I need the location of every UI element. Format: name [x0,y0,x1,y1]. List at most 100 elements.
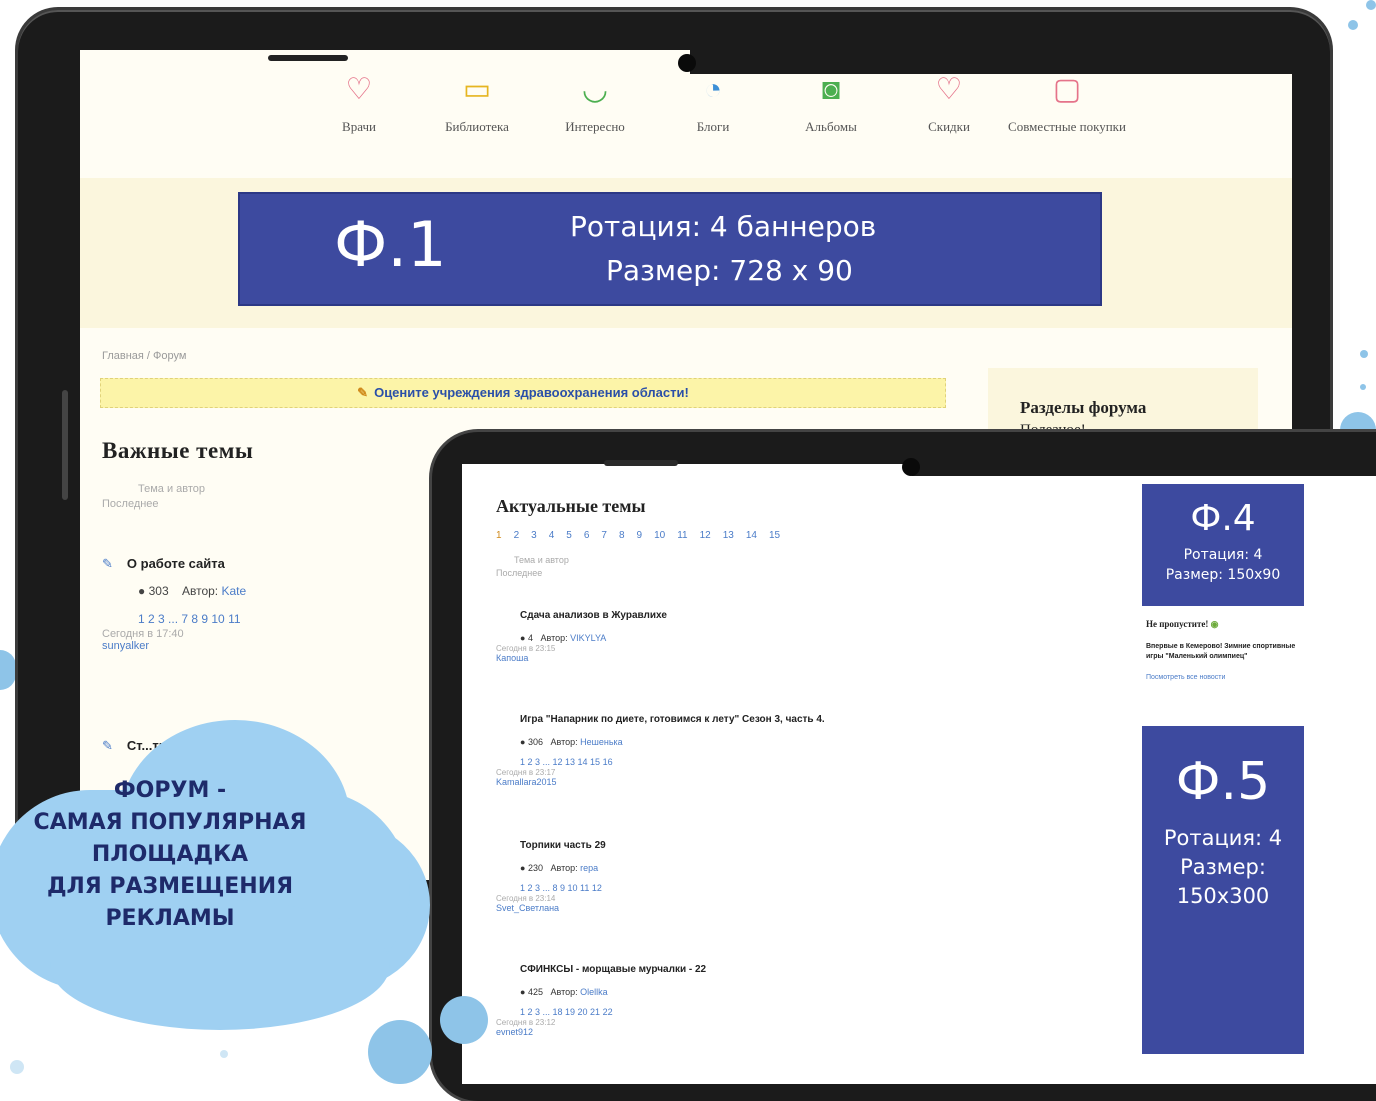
author-label: Автор: [550,737,578,747]
camera-icon [902,458,920,476]
column-topic-author: Тема и автор [138,483,206,495]
book-icon: ▭ [462,73,492,106]
page-link[interactable]: 10 [654,530,665,541]
heart-icon: ♡ [345,73,373,106]
column-last: Последнее [102,498,159,510]
topic-author[interactable]: repa [580,863,598,873]
comment-icon: ● [520,987,526,997]
page-link[interactable]: 6 [584,530,590,541]
page-link[interactable]: 11 [677,530,687,541]
author-label: Автор: [550,863,578,873]
topic-count: 306 [527,737,543,747]
topic-title[interactable]: Сдача анализов в Журавлихе [496,610,667,621]
topic-title[interactable]: О работе сайта [127,556,225,571]
topic-title[interactable]: Торпики часть 29 [496,840,606,851]
topic-last-user[interactable]: sunyalker [102,640,246,652]
tablet-screen: Актуальные темы 1 2 3 4 5 6 7 8 9 10 11 … [462,464,1376,1084]
dont-miss-text[interactable]: Впервые в Кемерово! Зимние спортивные иг… [1146,642,1306,662]
comment-icon: ● [138,584,146,598]
topic-last-user[interactable]: evnet912 [496,1027,706,1037]
topic-last-time: Сегодня в 17:40 [102,628,184,640]
topic-author[interactable]: Olellka [580,987,608,997]
decor-dot [10,1060,24,1074]
promo-text: ФОРУМ - САМАЯ ПОПУЛЯРНАЯ ПЛОЩАДКА ДЛЯ РА… [0,775,350,935]
topic-author[interactable]: Kate [221,584,246,598]
eye-icon: ◉ [1210,619,1219,629]
list-item[interactable]: ✎ О работе сайта ● 303 Автор: Kate 1 2 3 … [102,556,246,652]
list-item[interactable]: Игра "Напарник по диете, готовимся к лет… [496,714,825,787]
topic-count: 425 [527,987,543,997]
topic-pages[interactable]: 1 2 3 ... 12 13 14 15 16 [496,757,825,767]
nav-label: Скидки [928,119,970,134]
comment-icon: ● [520,633,526,643]
decor-dot [368,1020,432,1084]
heart-icon: ♡ [935,73,963,106]
pagination: 1 2 3 4 5 6 7 8 9 10 11 12 13 14 15 [496,530,780,541]
page-link[interactable]: 2 [514,530,520,541]
column-last: Последнее [496,568,543,578]
laptop-side-button [62,390,68,500]
nav-label: Совместные покупки [1008,119,1126,134]
page-link[interactable]: 5 [566,530,572,541]
top-nav: ♡ Врачи ▭ Библиотека ◡ Интересно ◔ Блоги… [300,70,1126,135]
topic-pages[interactable]: 1 2 3 ... 18 19 20 21 22 [496,1007,706,1017]
banner-size: Размер: 150x90 [1165,567,1281,583]
nav-item-library[interactable]: ▭ Библиотека [418,70,536,135]
topic-pages[interactable]: 1 2 3 ... 7 8 9 10 11 [102,612,246,626]
nav-item-joint-purchases[interactable]: ▢ Совместные покупки [1008,70,1126,135]
topic-title[interactable]: Игра "Напарник по диете, готовимся к лет… [496,714,825,725]
topic-last-user[interactable]: Svet_Светлана [496,903,606,913]
page-link[interactable]: 13 [723,530,734,541]
topic-last-user[interactable]: Капоша [496,653,667,663]
page-link[interactable]: 15 [769,530,780,541]
nav-item-interesting[interactable]: ◡ Интересно [536,70,654,135]
page-link[interactable]: 4 [549,530,555,541]
decor-dot [440,996,488,1044]
comment-icon: ● [520,737,526,747]
notice-banner[interactable]: ✎ Оцените учреждения здравоохранения обла… [100,378,946,408]
decor-dot [1348,20,1358,30]
topic-author[interactable]: VIKYLYA [570,633,606,643]
author-label: Автор: [550,987,578,997]
laptop-bezel-bar [690,50,1292,74]
dont-miss-block: Не пропустите! ◉ Впервые в Кемерово! Зим… [1146,619,1306,681]
list-item[interactable]: СФИНКСЫ - морщавые мурчалки - 22 ● 425 А… [496,964,706,1037]
topic-author[interactable]: Нешенька [580,737,623,747]
nav-item-blogs[interactable]: ◔ Блоги [654,70,772,135]
sidebar-title: Разделы форума [1020,398,1147,417]
topic-pages[interactable]: 1 2 3 ... 8 9 10 11 12 [496,883,606,893]
banner-f5[interactable]: Ф.5 Ротация: 4 Размер: 150x300 [1142,726,1304,1054]
topic-last-time: Сегодня в 23:14 [496,894,556,903]
breadcrumb[interactable]: Главная / Форум [102,350,186,362]
page-link[interactable]: 14 [746,530,757,541]
list-item[interactable]: Сдача анализов в Журавлихе ● 4 Автор: VI… [496,610,667,663]
promo-line: САМАЯ ПОПУЛЯРНАЯ [33,810,307,835]
topic-title[interactable]: СФИНКСЫ - морщавые мурчалки - 22 [496,964,706,975]
dont-miss-title: Не пропустите! [1146,619,1209,629]
banner-code: Ф.1 [334,208,447,281]
page-link[interactable]: 8 [619,530,625,541]
camera-icon: ◙ [821,73,841,106]
page-link[interactable]: 9 [637,530,643,541]
banner-f4[interactable]: Ф.4 Ротация: 4 Размер: 150x90 [1142,484,1304,606]
page-link[interactable]: 7 [601,530,607,541]
all-news-link[interactable]: Посмотреть все новости [1146,674,1306,681]
author-label: Автор: [181,584,219,598]
nav-label: Интересно [565,119,625,134]
tablet-frame: Актуальные темы 1 2 3 4 5 6 7 8 9 10 11 … [432,432,1376,1101]
decor-dot [1360,350,1368,358]
nav-item-discounts[interactable]: ♡ Скидки [890,70,1008,135]
list-item[interactable]: Торпики часть 29 ● 230 Автор: repa 1 2 3… [496,840,606,913]
page-link[interactable]: 3 [531,530,537,541]
page-link[interactable]: 1 [496,530,502,541]
banner-f1[interactable]: Ф.1 Ротация: 4 баннеров Размер: 728 х 90 [238,192,1102,306]
nav-item-albums[interactable]: ◙ Альбомы [772,70,890,135]
topic-count: 303 [148,584,169,598]
banner-rotation: Ротация: 4 [1163,826,1283,850]
nav-item-doctors[interactable]: ♡ Врачи [300,70,418,135]
nav-label: Врачи [342,119,376,134]
promo-line: ДЛЯ РАЗМЕЩЕНИЯ [46,874,294,899]
topic-last-user[interactable]: Kamallara2015 [496,777,825,787]
page-link[interactable]: 12 [700,530,711,541]
promo-line: ПЛОЩАДКА [91,842,249,867]
